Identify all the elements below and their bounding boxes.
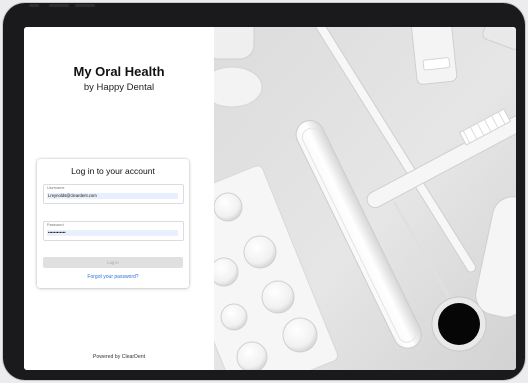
- volume-down-button: [75, 4, 95, 7]
- username-input[interactable]: [47, 193, 178, 199]
- floss-box: [410, 27, 458, 85]
- login-heading: Log in to your account: [71, 166, 155, 176]
- password-field[interactable]: Password: [43, 221, 184, 241]
- login-card: Log in to your account Username Password…: [37, 159, 189, 288]
- tablet-button: [29, 4, 39, 7]
- password-input[interactable]: [47, 230, 178, 236]
- app-screen: My Oral Health by Happy Dental Log in to…: [24, 27, 516, 370]
- tablet-frame: My Oral Health by Happy Dental Log in to…: [3, 3, 525, 380]
- username-label: Username: [47, 186, 65, 190]
- volume-up-button: [49, 4, 69, 7]
- powered-by-text: Powered by ClearDent: [92, 354, 146, 360]
- password-label: Password: [47, 223, 64, 227]
- username-field[interactable]: Username: [43, 184, 184, 204]
- forgot-password-link[interactable]: Forgot your password?: [37, 274, 189, 280]
- dental-tools-illustration: [159, 27, 516, 370]
- login-button[interactable]: Log in: [43, 257, 183, 268]
- brand-title: My Oral Health: [73, 64, 165, 79]
- dental-tools-photo: [159, 27, 516, 370]
- login-panel: My Oral Health by Happy Dental Log in to…: [24, 27, 214, 370]
- brand-subtitle: by Happy Dental: [83, 82, 155, 93]
